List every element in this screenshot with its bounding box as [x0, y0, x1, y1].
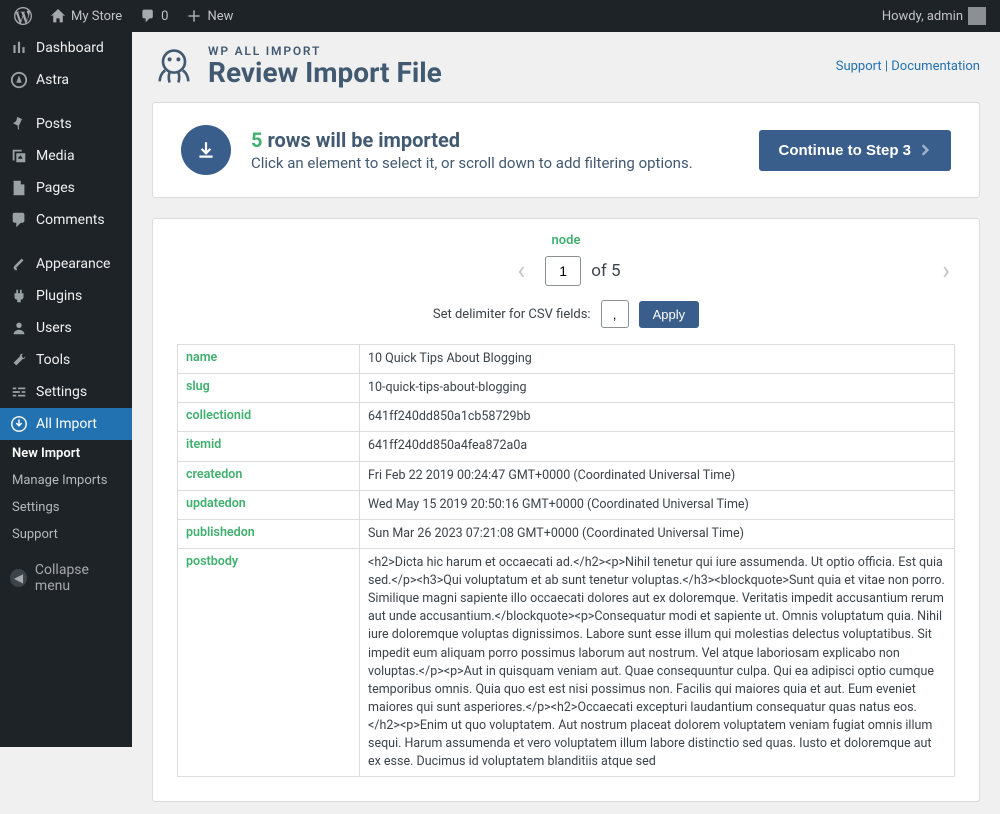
field-key[interactable]: itemid [178, 432, 360, 461]
download-icon [181, 125, 231, 175]
menu-pages[interactable]: Pages [0, 172, 132, 204]
astra-icon [10, 71, 28, 89]
submenu-support[interactable]: Support [0, 521, 132, 548]
new-label: New [207, 9, 233, 24]
record-table: name10 Quick Tips About Bloggingslug10-q… [177, 344, 955, 777]
rows-import-line: 5 rows will be imported [251, 128, 693, 152]
plug-icon [10, 287, 28, 305]
menu-users[interactable]: Users [0, 312, 132, 344]
site-home-link[interactable]: My Store [44, 0, 128, 32]
menu-plugins[interactable]: Plugins [0, 280, 132, 312]
new-content-link[interactable]: New [180, 0, 239, 32]
submenu-new-import[interactable]: New Import [0, 440, 132, 467]
menu-dashboard[interactable]: Dashboard [0, 32, 132, 64]
menu-media[interactable]: Media [0, 140, 132, 172]
pin-icon [10, 115, 28, 133]
comment-count: 0 [161, 9, 168, 24]
table-row: collectionid641ff240dd850a1cb58729bb [178, 403, 955, 432]
plus-icon [186, 8, 202, 24]
next-record-button[interactable]: › [936, 256, 956, 286]
field-key[interactable]: name [178, 345, 360, 374]
import-banner: 5 rows will be imported Click an element… [152, 102, 980, 198]
page-title: Review Import File [208, 58, 442, 87]
delimiter-label: Set delimiter for CSV fields: [433, 307, 591, 322]
field-value[interactable]: Wed May 15 2019 20:50:16 GMT+0000 (Coord… [360, 490, 955, 519]
admin-bar: My Store 0 New Howdy, admin [0, 0, 1000, 32]
table-row: itemid641ff240dd850a4fea872a0a [178, 432, 955, 461]
submenu-manage-imports[interactable]: Manage Imports [0, 467, 132, 494]
sliders-icon [10, 383, 28, 401]
documentation-link[interactable]: Documentation [891, 59, 980, 74]
continue-button[interactable]: Continue to Step 3 [759, 130, 952, 171]
field-key[interactable]: slug [178, 374, 360, 403]
field-value[interactable]: <h2>Dicta hic harum et occaecati ad.</h2… [360, 548, 955, 777]
site-name: My Store [71, 9, 122, 24]
chevron-right-icon [919, 144, 931, 156]
field-key[interactable]: createdon [178, 461, 360, 490]
menu-appearance[interactable]: Appearance [0, 248, 132, 280]
row-count: 5 [251, 128, 262, 152]
support-link[interactable]: Support [836, 59, 882, 74]
comment-icon [140, 8, 156, 24]
comments-link[interactable]: 0 [134, 0, 174, 32]
instruction-line: Click an element to select it, or scroll… [251, 154, 693, 172]
avatar [968, 7, 986, 25]
delimiter-input[interactable] [601, 300, 629, 328]
import-icon [10, 415, 28, 433]
user-icon [10, 319, 28, 337]
field-key[interactable]: postbody [178, 548, 360, 777]
table-row: name10 Quick Tips About Blogging [178, 345, 955, 374]
prev-record-button[interactable]: ‹ [511, 256, 531, 286]
dashboard-icon [10, 39, 28, 57]
table-row: slug10-quick-tips-about-blogging [178, 374, 955, 403]
page-icon [10, 179, 28, 197]
table-row: postbody<h2>Dicta hic harum et occaecati… [178, 548, 955, 777]
menu-all-import[interactable]: All Import [0, 408, 132, 440]
collapse-menu[interactable]: ◀ Collapse menu [0, 554, 132, 602]
brush-icon [10, 255, 28, 273]
field-value[interactable]: 641ff240dd850a4fea872a0a [360, 432, 955, 461]
table-row: createdonFri Feb 22 2019 00:24:47 GMT+00… [178, 461, 955, 490]
wrench-icon [10, 351, 28, 369]
submenu-settings[interactable]: Settings [0, 494, 132, 521]
table-row: publishedonSun Mar 26 2023 07:21:08 GMT+… [178, 519, 955, 548]
wp-logo[interactable] [8, 0, 38, 32]
greeting: Howdy, admin [882, 9, 963, 24]
home-icon [50, 8, 66, 24]
collapse-icon: ◀ [10, 569, 27, 587]
media-icon [10, 147, 28, 165]
page-header: WP ALL IMPORT Review Import File Support… [152, 44, 980, 88]
field-value[interactable]: Sun Mar 26 2023 07:21:08 GMT+0000 (Coord… [360, 519, 955, 548]
field-key[interactable]: collectionid [178, 403, 360, 432]
admin-sidebar: Dashboard Astra Posts Media Pages Commen… [0, 32, 132, 747]
field-key[interactable]: updatedon [178, 490, 360, 519]
menu-posts[interactable]: Posts [0, 108, 132, 140]
account-link[interactable]: Howdy, admin [876, 0, 992, 32]
node-label: node [177, 233, 955, 248]
menu-settings[interactable]: Settings [0, 376, 132, 408]
apply-button[interactable]: Apply [639, 301, 700, 328]
comments-icon [10, 211, 28, 229]
field-value[interactable]: 641ff240dd850a1cb58729bb [360, 403, 955, 432]
wpai-logo-icon [152, 44, 196, 88]
record-number-input[interactable] [545, 256, 581, 286]
field-value[interactable]: 10-quick-tips-about-blogging [360, 374, 955, 403]
field-value[interactable]: 10 Quick Tips About Blogging [360, 345, 955, 374]
preview-panel: node ‹ of 5 › Set delimiter for CSV fiel… [152, 218, 980, 802]
field-key[interactable]: publishedon [178, 519, 360, 548]
wordpress-icon [14, 7, 32, 25]
table-row: updatedonWed May 15 2019 20:50:16 GMT+00… [178, 490, 955, 519]
field-value[interactable]: Fri Feb 22 2019 00:24:47 GMT+0000 (Coord… [360, 461, 955, 490]
menu-astra[interactable]: Astra [0, 64, 132, 96]
menu-tools[interactable]: Tools [0, 344, 132, 376]
menu-comments[interactable]: Comments [0, 204, 132, 236]
record-total: of 5 [591, 261, 620, 281]
